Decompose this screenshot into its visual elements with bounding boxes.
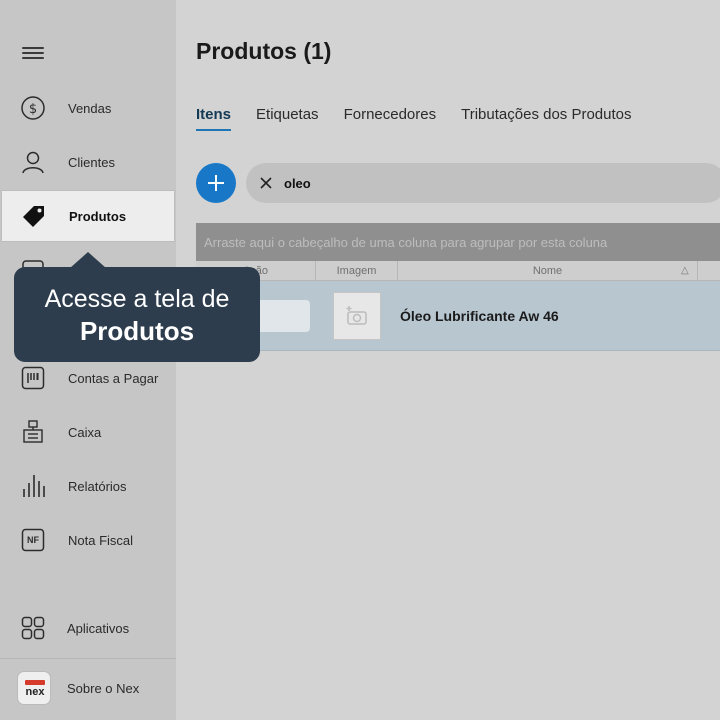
grid-icon: [19, 614, 47, 642]
sidebar-item-label: Vendas: [68, 100, 112, 116]
search-bar: [246, 163, 720, 203]
nex-logo: nex: [16, 670, 52, 706]
sidebar-item-clientes[interactable]: Clientes: [0, 136, 176, 188]
sidebar-item-label: Nota Fiscal: [68, 532, 134, 548]
bars-icon: [19, 472, 47, 500]
sidebar-item-caixa[interactable]: Caixa: [0, 406, 176, 458]
sidebar-item-aplicativos[interactable]: Aplicativos: [0, 602, 176, 654]
search-input[interactable]: [284, 173, 684, 193]
tooltip-highlight: Produtos: [79, 316, 195, 346]
tab-itens[interactable]: Itens: [196, 106, 232, 131]
dollar-circle-icon: $: [19, 94, 47, 122]
sidebar-item-relatorios[interactable]: Relatórios: [0, 460, 176, 512]
image-placeholder-icon[interactable]: [333, 292, 381, 340]
tab-fornecedores[interactable]: Fornecedores: [344, 106, 437, 131]
sidebar-item-vendas[interactable]: $ Vendas: [0, 82, 176, 134]
onboarding-tooltip: Acesse a tela de Produtos: [14, 267, 260, 362]
tab-etiquetas[interactable]: Etiquetas: [256, 106, 319, 131]
tooltip-arrow: [70, 252, 106, 268]
tab-bar: Itens Etiquetas Fornecedores Tributações…: [196, 106, 657, 131]
sidebar-item-label: Contas a Pagar: [68, 370, 159, 386]
tooltip-text: Acesse a tela de: [44, 285, 230, 313]
svg-text:$: $: [29, 102, 37, 117]
sidebar-item-label: Caixa: [68, 424, 102, 440]
barcode-icon: [19, 364, 47, 392]
table-row[interactable]: ar - F2 Óleo Lubrificante Aw 46: [196, 281, 720, 351]
sidebar-item-produtos[interactable]: Produtos: [1, 190, 175, 242]
sidebar-item-label: Clientes: [68, 154, 115, 170]
sidebar-item-label: Sobre o Nex: [67, 680, 140, 696]
close-icon[interactable]: [258, 175, 274, 191]
sidebar-divider: [0, 658, 176, 659]
sort-ascending-icon[interactable]: △: [681, 265, 689, 276]
add-product-button[interactable]: [196, 163, 236, 203]
group-by-drop-zone[interactable]: Arraste aqui o cabeçalho de uma coluna p…: [196, 223, 720, 261]
column-header-nome[interactable]: Nome: [398, 261, 698, 281]
table-header: Ação Imagem Nome △: [196, 261, 720, 281]
sidebar-item-label: Aplicativos: [67, 620, 130, 636]
nf-icon: NF: [19, 526, 47, 554]
sidebar-item-label: Produtos: [69, 208, 127, 224]
column-header-imagem[interactable]: Imagem: [316, 261, 398, 281]
user-icon: [19, 148, 47, 176]
page-title: Produtos (1): [196, 38, 332, 64]
tag-icon: [20, 202, 48, 230]
nf-badge-text: NF: [27, 535, 39, 545]
sidebar-item-nota-fiscal[interactable]: NF Nota Fiscal: [0, 514, 176, 566]
tab-tributacoes[interactable]: Tributações dos Produtos: [461, 106, 631, 131]
sidebar-item-sobre-o-nex[interactable]: nex Sobre o Nex: [0, 662, 176, 714]
product-name: Óleo Lubrificante Aw 46: [400, 308, 559, 324]
cash-register-icon: [19, 418, 47, 446]
sidebar-item-label: Relatórios: [68, 478, 127, 494]
hamburger-menu-icon[interactable]: [22, 44, 44, 62]
main-content: Produtos (1) Itens Etiquetas Fornecedore…: [176, 0, 720, 720]
